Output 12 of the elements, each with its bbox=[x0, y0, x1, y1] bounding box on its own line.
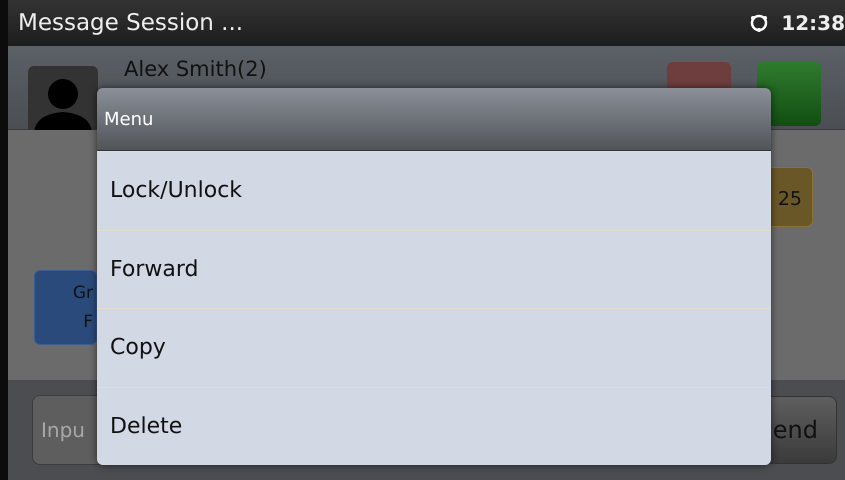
menu-title: Menu bbox=[97, 88, 771, 151]
menu-item[interactable]: Lock/Unlock bbox=[97, 151, 771, 230]
screen-title: Message Session ... bbox=[18, 10, 244, 36]
menu-item[interactable]: Copy bbox=[97, 308, 771, 386]
message-text: F bbox=[83, 314, 93, 331]
contact-name: Alex Smith(2) bbox=[124, 57, 267, 81]
message-text: Gr bbox=[72, 285, 93, 302]
message-text: 25 bbox=[778, 190, 802, 209]
menu-item[interactable]: Forward bbox=[97, 230, 771, 308]
sync-icon bbox=[749, 13, 770, 33]
clock-time: 12:38 bbox=[781, 11, 845, 35]
menu-item[interactable]: Delete bbox=[97, 386, 771, 465]
